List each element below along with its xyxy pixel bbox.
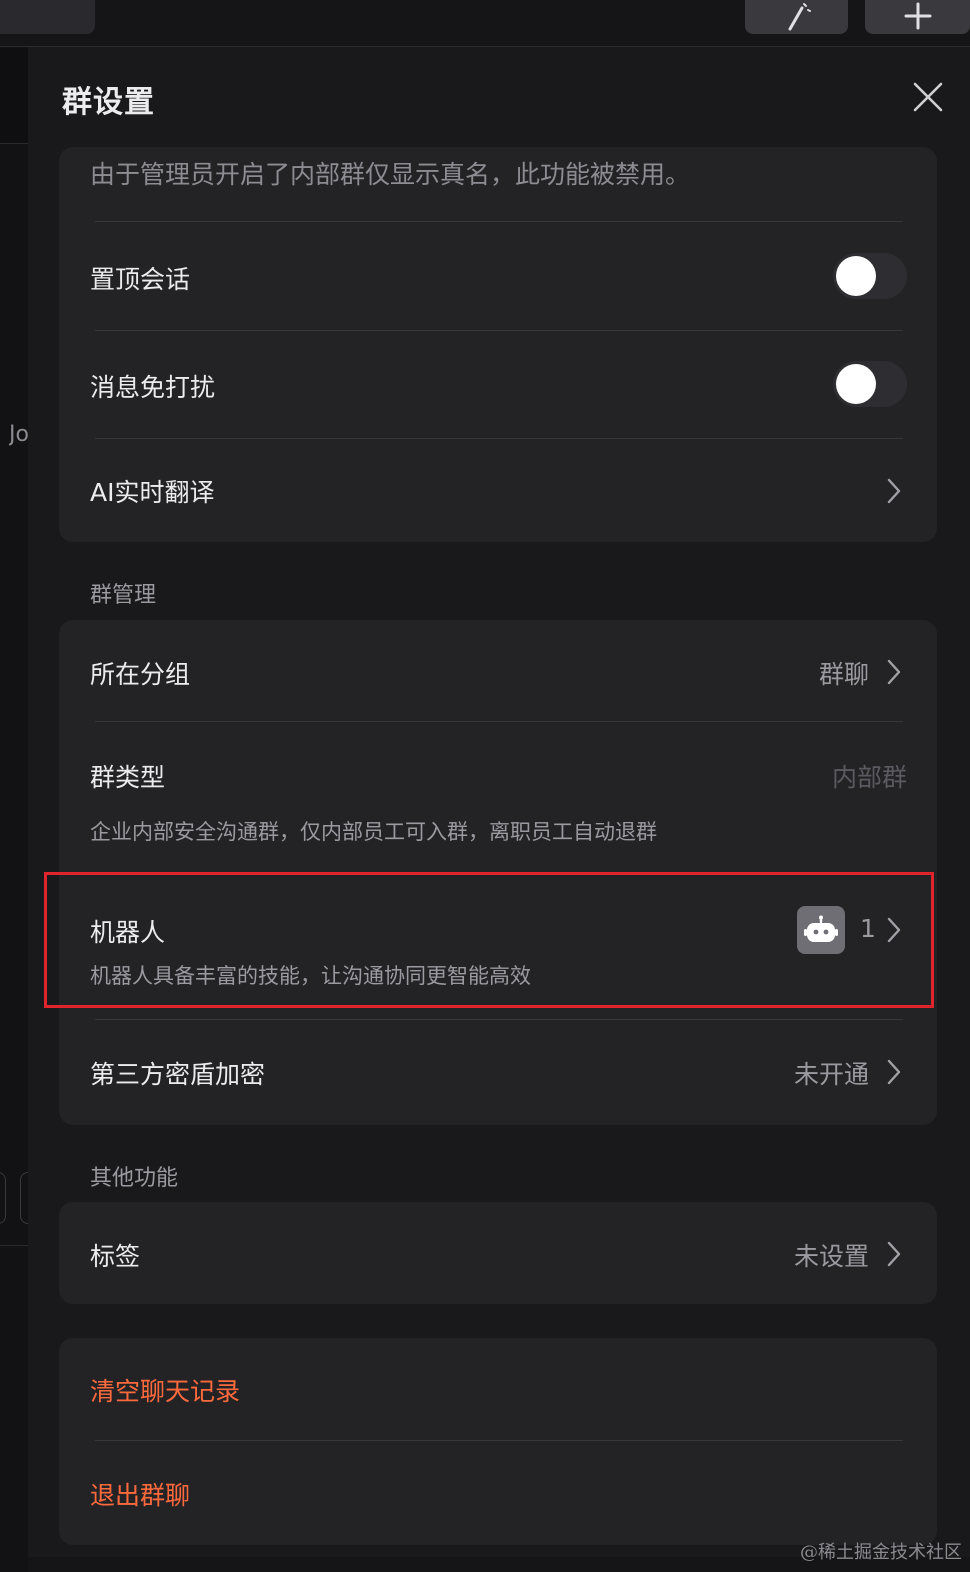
ai-translate-label: AI实时翻译 [90,478,215,507]
top-bar [0,0,970,47]
magic-wand-button[interactable] [745,0,848,34]
tag-row[interactable]: 标签 未设置 [59,1202,937,1304]
panel-title: 群设置 [62,85,155,120]
group-type-label: 群类型 [90,763,166,792]
toggle-knob [836,256,876,296]
exit-group-row[interactable]: 退出群聊 [59,1441,937,1545]
pin-chat-label: 置顶会话 [90,265,191,294]
chevron-right-icon [885,1057,903,1087]
section-title-group-manage: 群管理 [90,583,157,608]
clear-history-row[interactable]: 清空聊天记录 [59,1338,937,1440]
group-folder-label: 所在分组 [90,660,191,689]
background-block [0,48,28,143]
background-text: Jo [9,422,28,447]
background-pill [0,1172,6,1224]
close-icon [913,82,943,112]
toggle-knob [836,364,876,404]
top-left-tab[interactable] [0,0,95,34]
group-folder-row[interactable]: 所在分组 群聊 [59,620,937,721]
ai-translate-row[interactable]: AI实时翻译 [59,439,937,542]
close-button[interactable] [911,80,945,114]
basic-settings-card: 由于管理员开启了内部群仅显示真名，此功能被禁用。 置顶会话 消息免打扰 AI实时… [59,147,937,542]
other-card: 标签 未设置 [59,1202,937,1304]
section-title-other: 其他功能 [90,1166,179,1191]
highlight-box [44,872,934,1008]
danger-actions-card: 清空聊天记录 退出群聊 [59,1338,937,1545]
add-button[interactable] [865,0,970,34]
encryption-row[interactable]: 第三方密盾加密 未开通 [59,1020,937,1125]
group-folder-value: 群聊 [818,660,869,689]
background-divider [0,1245,28,1246]
mute-toggle[interactable] [833,361,907,407]
background-divider [0,143,28,144]
pin-chat-row[interactable]: 置顶会话 [59,222,937,330]
mute-row[interactable]: 消息免打扰 [59,331,937,438]
notice-text: 由于管理员开启了内部群仅显示真名，此功能被禁用。 [90,160,691,189]
background-sidebar: Jo [0,0,40,1572]
plus-icon [904,2,931,30]
chevron-right-icon [885,657,903,687]
watermark: @稀土掘金技术社区 [800,1542,962,1563]
chevron-right-icon [885,1239,903,1269]
exit-group-button[interactable]: 退出群聊 [90,1476,190,1512]
mute-label: 消息免打扰 [90,373,216,402]
encryption-label: 第三方密盾加密 [90,1060,266,1089]
group-type-desc: 企业内部安全沟通群，仅内部员工可入群，离职员工自动退群 [90,820,657,844]
magic-wand-icon [788,3,811,31]
tag-label: 标签 [90,1242,141,1271]
pin-chat-toggle[interactable] [833,253,907,299]
encryption-value: 未开通 [793,1060,869,1089]
nickname-notice-row: 由于管理员开启了内部群仅显示真名，此功能被禁用。 [59,147,937,221]
group-type-row: 群类型 内部群 企业内部安全沟通群，仅内部员工可入群，离职员工自动退群 [59,722,937,874]
group-settings-panel: 群设置 由于管理员开启了内部群仅显示真名，此功能被禁用。 置顶会话 消息免打扰 [28,47,970,1557]
tag-value: 未设置 [793,1242,869,1271]
clear-history-button[interactable]: 清空聊天记录 [90,1372,240,1408]
group-type-value: 内部群 [831,763,907,792]
chevron-right-icon [885,476,903,506]
